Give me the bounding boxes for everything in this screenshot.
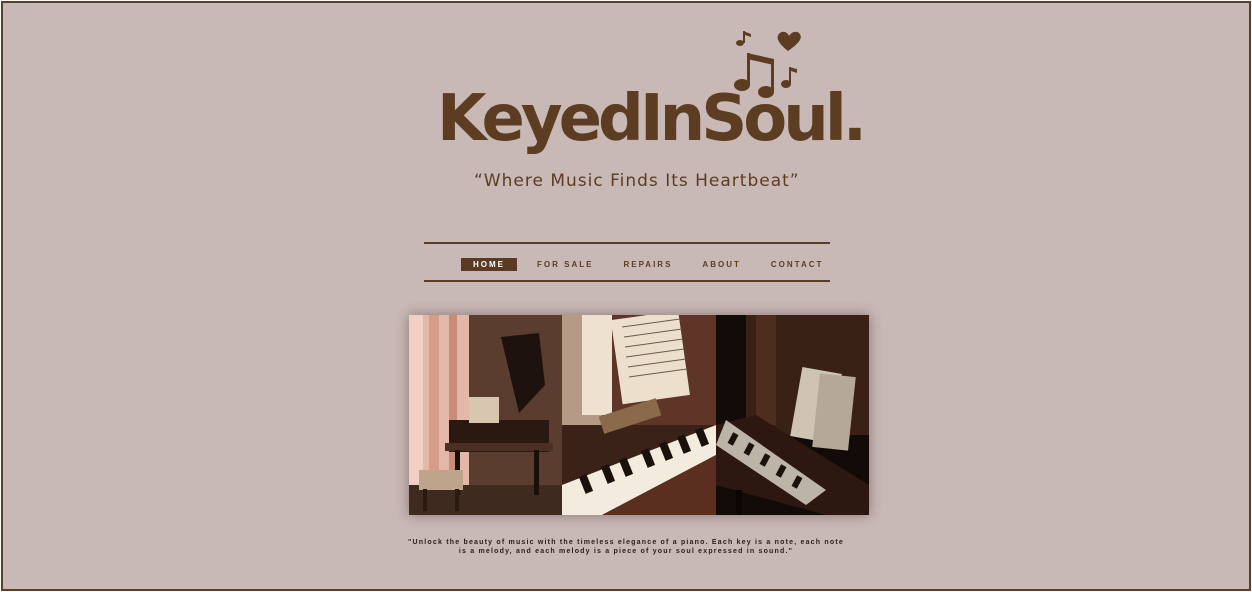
grand-piano-photo: [409, 315, 562, 515]
nav-for-sale[interactable]: FOR SALE: [527, 258, 603, 271]
nav-repairs[interactable]: REPAIRS: [613, 258, 682, 271]
nav-divider-bottom: [424, 280, 830, 282]
quote-line-1: "Unlock the beauty of music with the tim…: [408, 539, 844, 546]
logo[interactable]: KeyedInSoul. “Where Music Finds Its Hear…: [433, 25, 867, 195]
upright-piano-sheet-music-photo: [562, 315, 716, 515]
hero-image: [409, 315, 869, 515]
nav-divider-top: [424, 242, 830, 244]
brand-name: KeyedInSoul.: [437, 82, 867, 156]
nav-about[interactable]: ABOUT: [692, 258, 750, 271]
main-nav: HOME FOR SALE REPAIRS ABOUT CONTACT: [461, 257, 833, 271]
brand-tagline: “Where Music Finds Its Heartbeat”: [474, 171, 800, 191]
hero-quote: "Unlock the beauty of music with the tim…: [403, 538, 849, 556]
nav-home[interactable]: HOME: [461, 257, 517, 271]
page-frame: KeyedInSoul. “Where Music Finds Its Hear…: [1, 1, 1251, 591]
nav-contact[interactable]: CONTACT: [761, 258, 834, 271]
dark-upright-piano-photo: [716, 315, 869, 515]
quote-line-2: is a melody, and each melody is a piece …: [458, 548, 794, 555]
